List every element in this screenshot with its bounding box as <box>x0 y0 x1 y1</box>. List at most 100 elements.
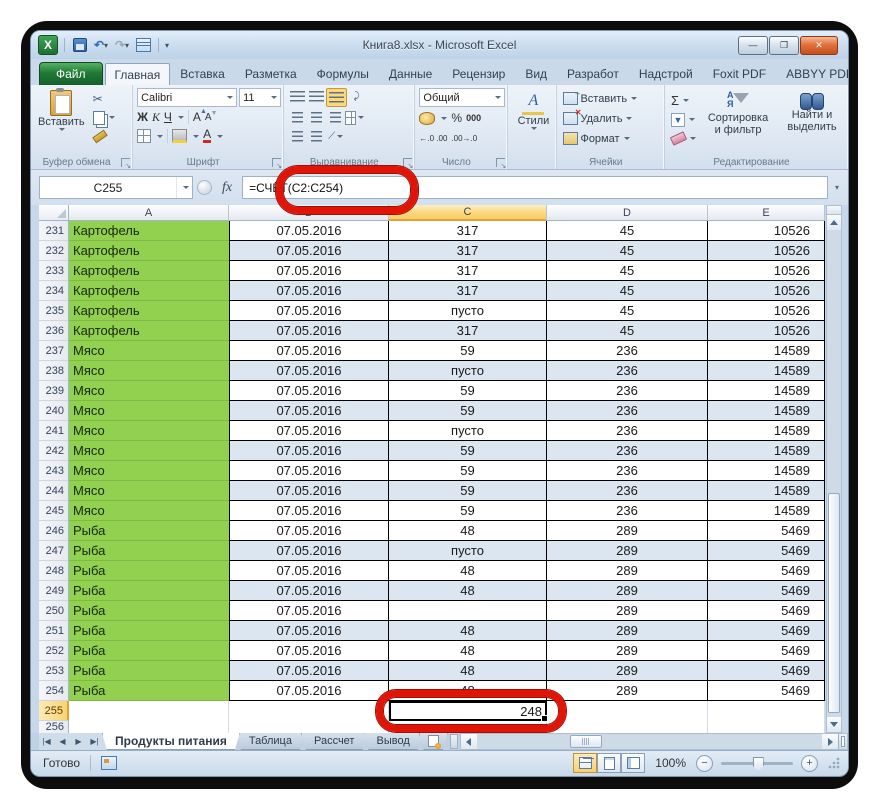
cell-A255[interactable] <box>69 701 229 721</box>
align-center-button[interactable] <box>307 109 326 126</box>
align-top-button[interactable] <box>288 88 307 105</box>
cell-A244[interactable]: Мясо <box>69 481 229 501</box>
cell-D248[interactable]: 289 <box>547 561 708 581</box>
cell-C245[interactable]: 59 <box>389 501 547 521</box>
cell-B240[interactable]: 07.05.2016 <box>229 401 389 421</box>
italic-button[interactable]: К <box>152 110 160 125</box>
cell-A237[interactable]: Мясо <box>69 341 229 361</box>
cell-D254[interactable]: 289 <box>547 681 708 701</box>
cell-B246[interactable]: 07.05.2016 <box>229 521 389 541</box>
sheet-tab-рассчет[interactable]: Рассчет <box>301 733 368 750</box>
bold-button[interactable]: Ж <box>137 110 148 124</box>
tab-надстрой[interactable]: Надстрой <box>629 62 703 85</box>
select-all-corner[interactable] <box>39 205 69 221</box>
column-header-B[interactable]: B <box>229 205 389 221</box>
cell-B232[interactable]: 07.05.2016 <box>229 241 389 261</box>
tab-главная[interactable]: Главная <box>105 63 171 85</box>
prev-sheet-button[interactable]: ◀ <box>55 735 70 749</box>
zoom-out-button[interactable]: − <box>696 755 713 772</box>
cell-B236[interactable]: 07.05.2016 <box>229 321 389 341</box>
cell-B255[interactable] <box>229 701 389 721</box>
cell-E246[interactable]: 5469 <box>708 521 825 541</box>
name-box-dropdown[interactable] <box>176 177 192 198</box>
cell-D246[interactable]: 289 <box>547 521 708 541</box>
column-header-A[interactable]: A <box>69 205 229 221</box>
align-middle-button[interactable] <box>307 88 326 105</box>
cell-E251[interactable]: 5469 <box>708 621 825 641</box>
cell-A242[interactable]: Мясо <box>69 441 229 461</box>
increase-indent-button[interactable] <box>307 128 326 145</box>
row-header-248[interactable]: 248 <box>39 561 69 581</box>
undo-button[interactable]: ↶▾ <box>92 36 110 54</box>
decrease-indent-button[interactable] <box>288 128 307 145</box>
cell-D252[interactable]: 289 <box>547 641 708 661</box>
tab-foxit-pdf[interactable]: Foxit PDF <box>703 62 776 85</box>
tab-рецензир[interactable]: Рецензир <box>442 62 515 85</box>
insert-worksheet-button[interactable] <box>419 733 448 750</box>
close-button[interactable]: ✕ <box>800 36 838 55</box>
cell-E234[interactable]: 10526 <box>708 281 825 301</box>
cell-D249[interactable]: 289 <box>547 581 708 601</box>
cell-E252[interactable]: 5469 <box>708 641 825 661</box>
fill-color-button[interactable] <box>172 129 187 143</box>
row-header-249[interactable]: 249 <box>39 581 69 601</box>
cell-C242[interactable]: 59 <box>389 441 547 461</box>
column-header-E[interactable]: E <box>708 205 825 221</box>
cell-D232[interactable]: 45 <box>547 241 708 261</box>
cell-A247[interactable]: Рыба <box>69 541 229 561</box>
row-header-235[interactable]: 235 <box>39 301 69 321</box>
tab-разработ[interactable]: Разработ <box>557 62 629 85</box>
scroll-left-button[interactable] <box>461 734 477 749</box>
cell-A254[interactable]: Рыба <box>69 681 229 701</box>
cell-C243[interactable]: 59 <box>389 461 547 481</box>
dialog-launcher-icon[interactable] <box>496 158 505 167</box>
row-header-252[interactable]: 252 <box>39 641 69 661</box>
merge-center-button[interactable] <box>345 109 364 126</box>
row-header-255[interactable]: 255 <box>39 701 69 721</box>
cell-C247[interactable]: пусто <box>389 541 547 561</box>
cell-B247[interactable]: 07.05.2016 <box>229 541 389 561</box>
row-header-238[interactable]: 238 <box>39 361 69 381</box>
row-header-246[interactable]: 246 <box>39 521 69 541</box>
cell-E248[interactable]: 5469 <box>708 561 825 581</box>
cell-B252[interactable]: 07.05.2016 <box>229 641 389 661</box>
cell-D255[interactable] <box>547 701 708 721</box>
cell-C238[interactable]: пусто <box>389 361 547 381</box>
cell-B237[interactable]: 07.05.2016 <box>229 341 389 361</box>
page-break-view-button[interactable] <box>621 753 645 773</box>
underline-button[interactable]: Ч <box>164 110 172 124</box>
cell-B243[interactable]: 07.05.2016 <box>229 461 389 481</box>
horizontal-scroll-thumb[interactable] <box>570 735 602 748</box>
minimize-button[interactable]: — <box>738 36 768 55</box>
save-button[interactable] <box>71 36 89 54</box>
row-header-240[interactable]: 240 <box>39 401 69 421</box>
redo-button[interactable]: ↷▾ <box>113 36 131 54</box>
row-header-231[interactable]: 231 <box>39 221 69 241</box>
tab-разметка[interactable]: Разметка <box>235 62 307 85</box>
font-family-select[interactable]: Calibri <box>137 88 237 107</box>
row-header-236[interactable]: 236 <box>39 321 69 341</box>
normal-view-button[interactable] <box>573 753 597 773</box>
cell-C250[interactable] <box>389 601 547 621</box>
tab-данные[interactable]: Данные <box>379 62 442 85</box>
column-header-D[interactable]: D <box>547 205 708 221</box>
clear-button[interactable] <box>669 130 698 147</box>
cell-C237[interactable]: 59 <box>389 341 547 361</box>
font-size-select[interactable]: 11 <box>239 88 281 107</box>
cell-B253[interactable]: 07.05.2016 <box>229 661 389 681</box>
cell-E254[interactable]: 5469 <box>708 681 825 701</box>
cell-A246[interactable]: Рыба <box>69 521 229 541</box>
tab-file[interactable]: Файл <box>39 62 103 85</box>
align-left-button[interactable] <box>288 109 307 126</box>
cell-B245[interactable]: 07.05.2016 <box>229 501 389 521</box>
table-view-button[interactable] <box>134 36 152 54</box>
cell-C240[interactable]: 59 <box>389 401 547 421</box>
cell-A256[interactable] <box>69 721 229 733</box>
cell-C234[interactable]: 317 <box>389 281 547 301</box>
sheet-tab-продукты-питания[interactable]: Продукты питания <box>102 733 240 750</box>
cell-C239[interactable]: 59 <box>389 381 547 401</box>
row-header-253[interactable]: 253 <box>39 661 69 681</box>
cell-C244[interactable]: 59 <box>389 481 547 501</box>
sheet-tab-таблица[interactable]: Таблица <box>236 733 305 750</box>
row-header-256[interactable]: 256 <box>39 721 69 733</box>
